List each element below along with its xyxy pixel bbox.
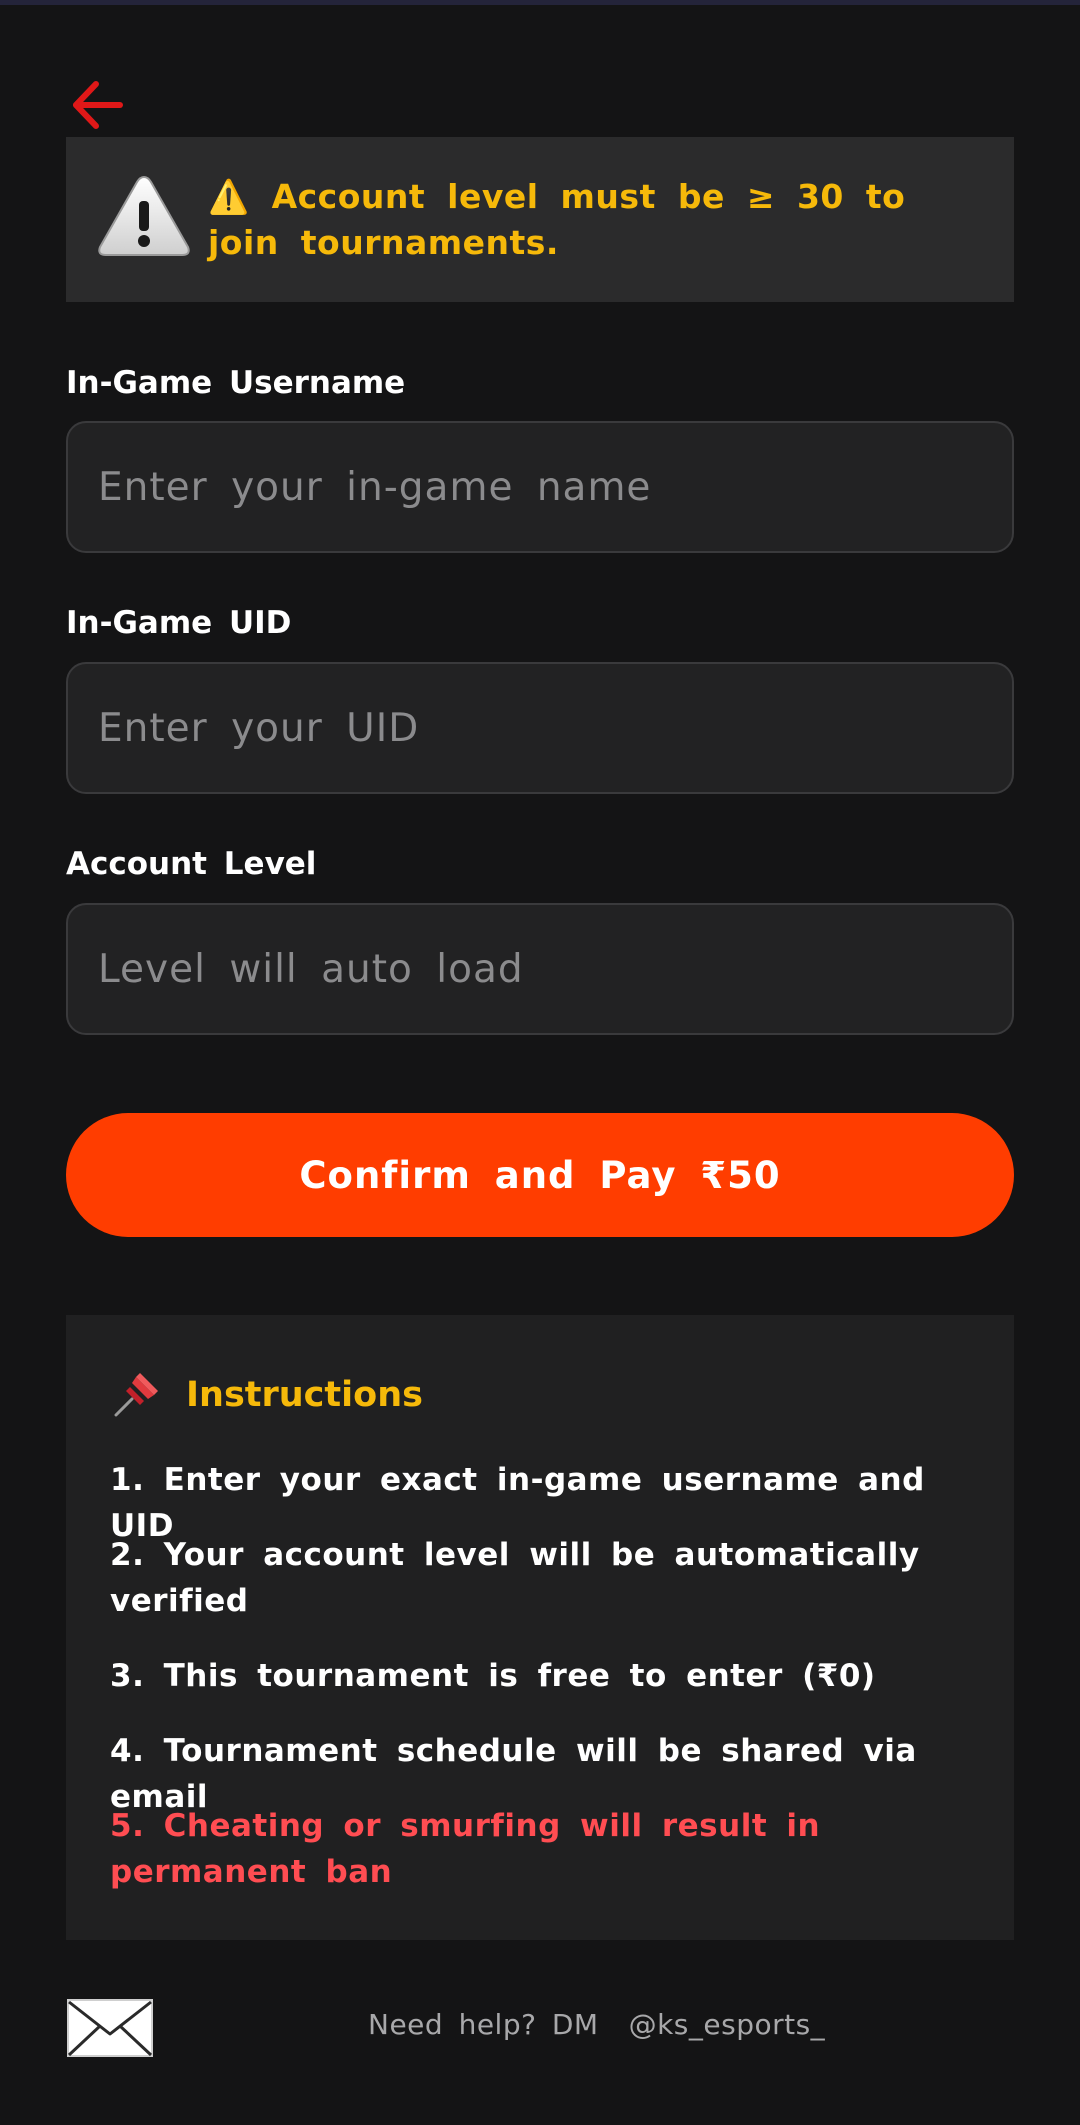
pushpin-icon	[114, 1373, 158, 1417]
arrow-left-icon	[73, 81, 123, 129]
uid-label: In-Game UID	[66, 605, 292, 641]
username-label: In-Game Username	[66, 365, 406, 401]
instruction-item-warning: 5. Cheating or smurfing will result in p…	[110, 1808, 821, 1890]
instruction-item: 2. Your account level will be automatica…	[110, 1537, 920, 1619]
account-level-input[interactable]	[66, 903, 1014, 1035]
instructions-title: Instructions	[186, 1375, 423, 1415]
instagram-handle-link[interactable]: @ks_esports_	[629, 2008, 826, 2041]
account-level-label: Account Level	[66, 846, 317, 882]
back-button[interactable]	[66, 76, 132, 134]
uid-input[interactable]	[66, 662, 1014, 794]
level-warning-banner: ⚠️ Account level must be ≥ 30 to join to…	[66, 137, 1014, 302]
instruction-item: 3. This tournament is free to enter (₹0)	[110, 1658, 876, 1694]
help-label: Need help? DM	[368, 2008, 599, 2041]
instructions-panel: Instructions 1. Enter your exact in-game…	[66, 1315, 1014, 1940]
warning-text: ⚠️ Account level must be ≥ 30 to join to…	[208, 177, 906, 262]
username-input[interactable]	[66, 421, 1014, 553]
confirm-pay-button[interactable]: Confirm and Pay ₹50	[66, 1113, 1014, 1237]
envelope-icon[interactable]	[66, 1998, 154, 2058]
help-text: Need help? DM @ks_esports_	[368, 2008, 825, 2041]
status-bar-strip	[0, 0, 1080, 5]
warning-triangle-icon	[98, 175, 190, 256]
instructions-header: Instructions	[110, 1367, 423, 1423]
